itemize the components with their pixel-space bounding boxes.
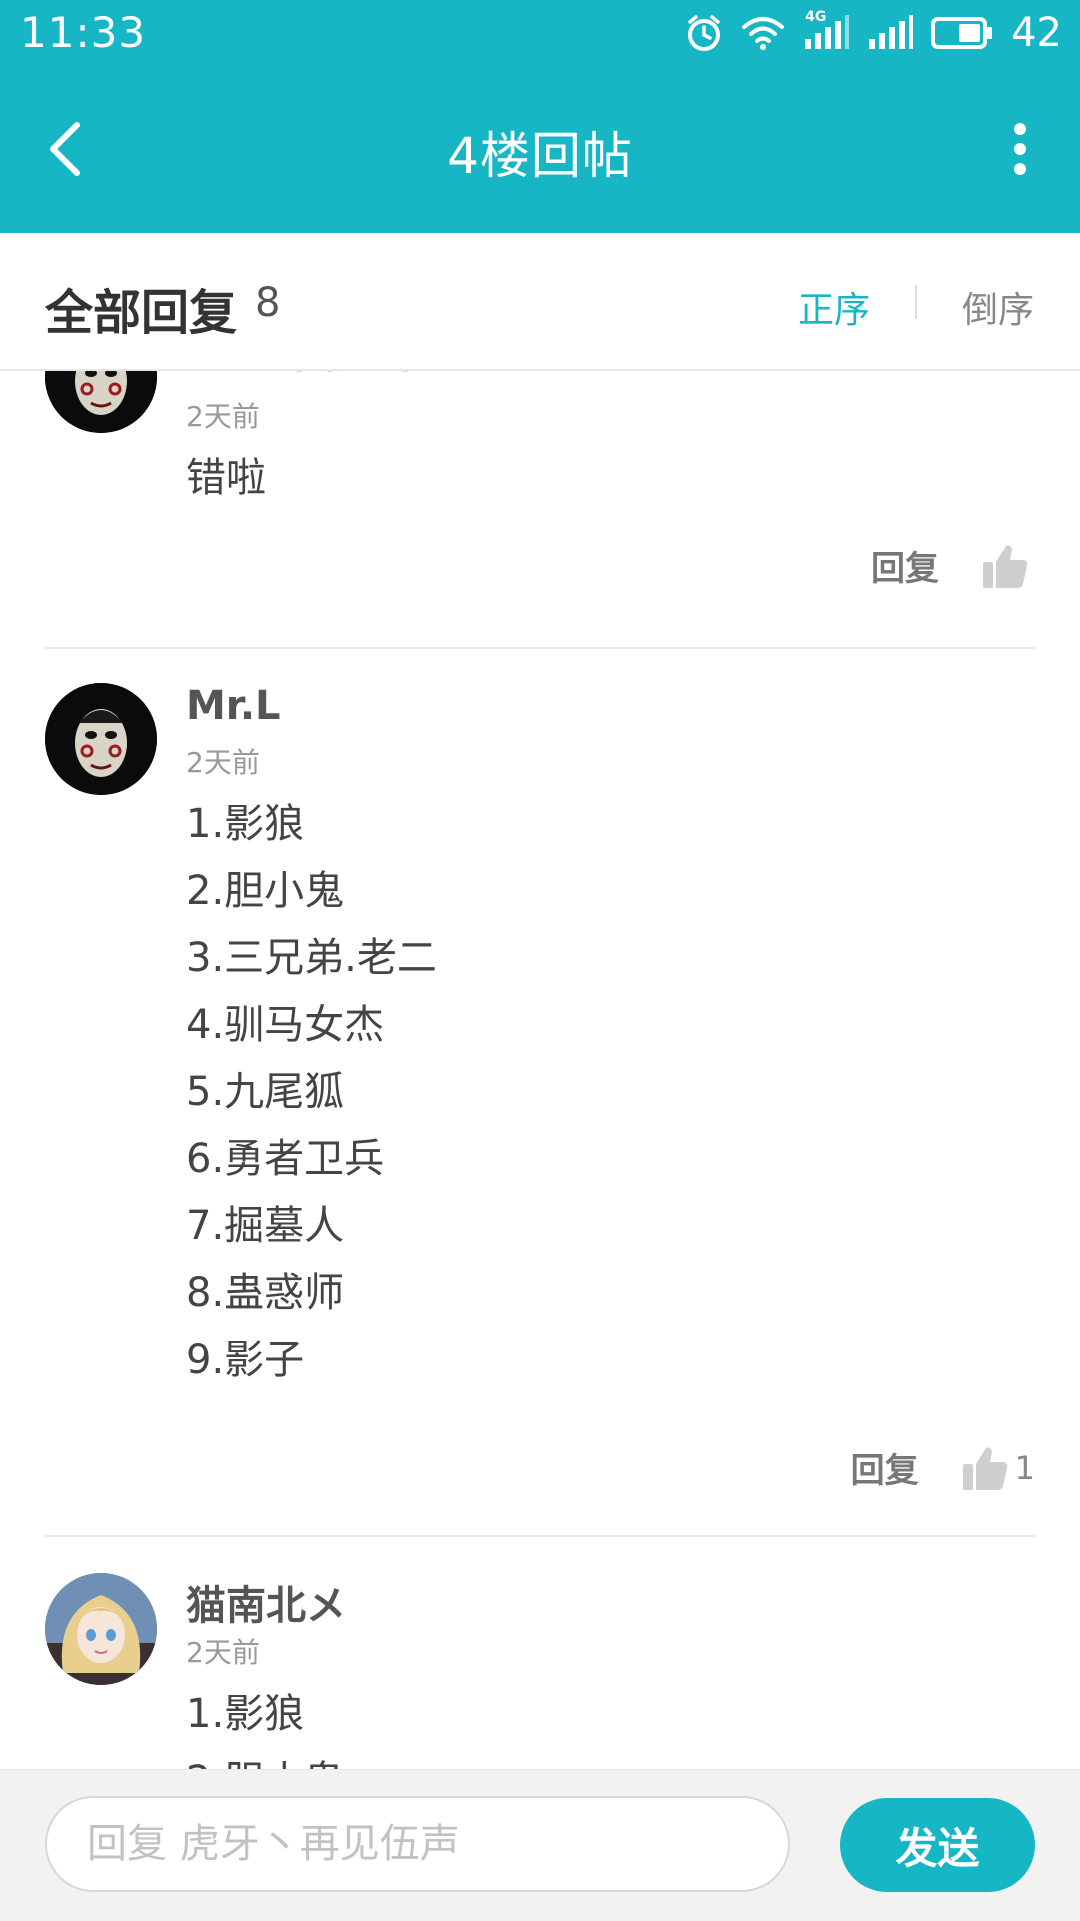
thumbs-up-icon	[962, 1447, 1007, 1490]
reply-body: 错啦	[186, 445, 266, 512]
like-button[interactable]	[981, 542, 1035, 590]
reply-item: 猫南北メ 2天前 1.影狼 2.胆小鬼	[45, 1573, 1035, 1769]
reply-count: 8	[255, 280, 281, 326]
reply-username[interactable]: Mr.L 回复 猫色	[186, 371, 468, 379]
reply-divider	[45, 1535, 1035, 1537]
reply-line: 8.蛊惑师	[186, 1270, 345, 1316]
like-button[interactable]: 1	[961, 1444, 1035, 1492]
reply-line: 4.驯马女杰	[186, 1002, 385, 1048]
signal-icon	[867, 15, 914, 51]
reply-body: 1.影狼 2.胆小鬼 3.三兄弟.老二 4.驯马女杰 5.九尾狐 6.勇者卫兵 …	[186, 791, 437, 1394]
reply-actions: 回复 1	[851, 1443, 1035, 1492]
status-icons: 4G 42	[685, 8, 1062, 58]
page-title: 4楼回帖	[447, 127, 633, 185]
reply-line: 2.胆小鬼	[186, 1748, 344, 1769]
alarm-icon	[685, 14, 723, 52]
compose-bar: 发送	[0, 1769, 1080, 1921]
sort-descending-tab[interactable]: 倒序	[962, 281, 1034, 333]
reply-input[interactable]	[45, 1796, 790, 1892]
reply-username[interactable]: 猫南北メ	[186, 1573, 346, 1631]
reply-body: 1.影狼 2.胆小鬼	[186, 1681, 344, 1769]
reply-line: 1.影狼	[186, 1691, 305, 1737]
reply-button[interactable]: 回复	[871, 541, 939, 590]
battery-level: 42	[1011, 10, 1062, 56]
reply-line: 错啦	[186, 455, 266, 501]
battery-icon	[931, 16, 993, 50]
reply-username[interactable]: Mr.L	[186, 683, 281, 729]
reply-line: 6.勇者卫兵	[186, 1136, 385, 1182]
status-time: 11:33	[20, 8, 147, 57]
reply-time: 2天前	[186, 746, 260, 779]
reply-time: 2天前	[186, 1636, 260, 1669]
avatar[interactable]	[45, 371, 157, 433]
send-button[interactable]: 发送	[840, 1798, 1035, 1892]
thumbs-up-icon	[983, 545, 1028, 588]
all-replies-title: 全部回复	[45, 285, 238, 341]
reply-line: 9.影子	[186, 1337, 305, 1383]
avatar[interactable]	[45, 1573, 157, 1685]
app-bar: 4楼回帖	[0, 66, 1080, 233]
reply-line: 2.胆小鬼	[186, 868, 345, 914]
reply-line: 5.九尾狐	[186, 1069, 345, 1115]
reply-line: 1.影狼	[186, 801, 305, 847]
more-options-button[interactable]	[990, 114, 1050, 184]
more-vertical-icon	[1014, 123, 1026, 175]
reply-list[interactable]: Mr.L 回复 猫色 2天前 错啦 回复	[0, 371, 1080, 1769]
sort-divider	[915, 285, 917, 319]
reply-button[interactable]: 回复	[851, 1443, 919, 1492]
cellular-4g-icon: 4G	[803, 9, 850, 51]
reply-item: Mr.L 2天前 1.影狼 2.胆小鬼 3.三兄弟.老二 4.驯马女杰 5.九尾…	[45, 683, 1035, 1583]
avatar[interactable]	[45, 683, 157, 795]
wifi-icon	[741, 15, 785, 51]
like-count: 1	[1014, 1448, 1035, 1487]
reply-divider	[45, 647, 1035, 649]
sort-ascending-tab[interactable]: 正序	[798, 281, 870, 333]
sort-bar: 全部回复 8 正序 倒序	[0, 233, 1080, 371]
reply-actions: 回复	[871, 541, 1035, 590]
reply-line: 3.三兄弟.老二	[186, 935, 437, 981]
network-type-label: 4G	[805, 9, 827, 25]
status-bar: 11:33 4G 42	[0, 0, 1080, 66]
reply-time: 2天前	[186, 400, 260, 433]
reply-line: 7.掘墓人	[186, 1203, 345, 1249]
